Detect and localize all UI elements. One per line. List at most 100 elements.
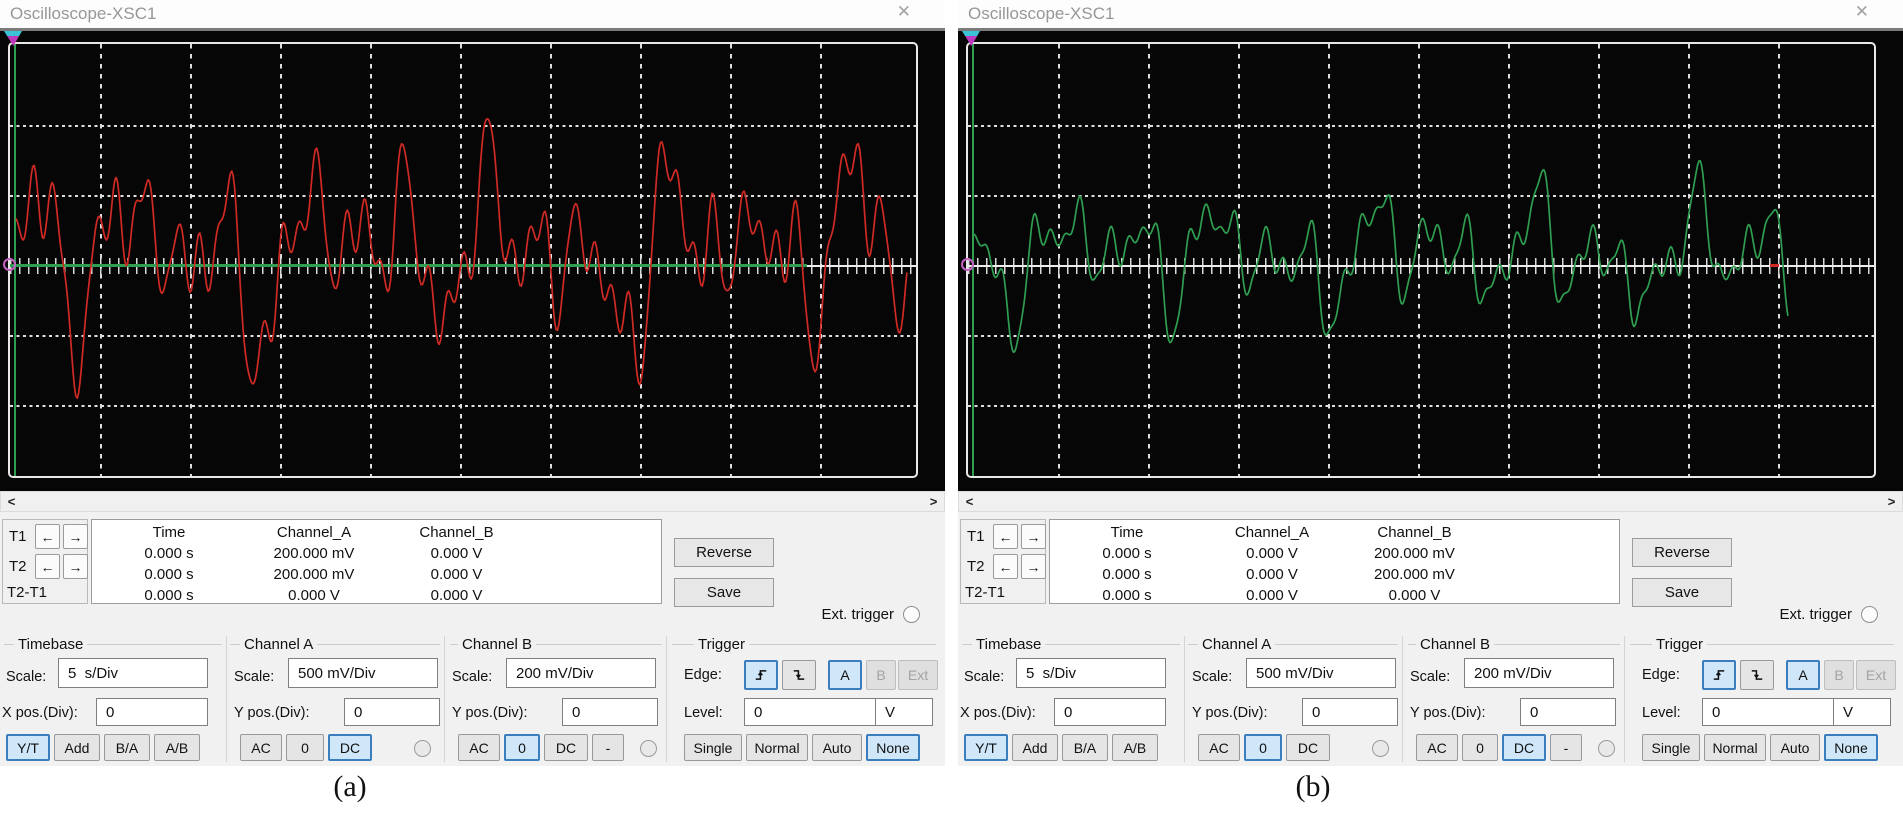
ba-mode-button[interactable]: B/A <box>1062 734 1108 761</box>
channel-position-marker-icon[interactable] <box>3 258 16 271</box>
channel-position-marker-icon[interactable] <box>961 258 974 271</box>
trigger-none-button[interactable]: None <box>866 734 920 761</box>
scroll-right-icon[interactable]: > <box>1883 492 1900 511</box>
timebase-group-label: Timebase <box>972 636 1045 653</box>
rising-edge-button[interactable] <box>744 660 778 690</box>
scroll-left-icon[interactable]: < <box>961 492 978 511</box>
t2-time: 0.000 s <box>94 566 244 583</box>
trigger-edge-label: Edge: <box>684 667 722 683</box>
close-icon[interactable]: ✕ <box>897 2 911 22</box>
t2-right-button[interactable]: → <box>63 554 88 579</box>
group-separator <box>444 636 445 762</box>
trigger-source-b-button[interactable]: B <box>866 660 896 690</box>
ab-mode-button[interactable]: A/B <box>154 734 200 761</box>
timebase-xpos-field[interactable]: 0 <box>96 698 208 726</box>
t2-chb: 0.000 V <box>384 566 529 583</box>
t1-left-button[interactable]: ← <box>35 524 60 549</box>
channel-b-scale-field[interactable]: 200 mV/Div <box>506 658 656 688</box>
channel-b-dc-button[interactable]: DC <box>544 734 588 761</box>
readout-header-time: Time <box>94 524 244 541</box>
t1-left-button[interactable]: ← <box>993 524 1018 549</box>
channel-a-scale-field[interactable]: 500 mV/Div <box>288 658 438 688</box>
yt-mode-button[interactable]: Y/T <box>964 734 1008 761</box>
trigger-none-button[interactable]: None <box>1824 734 1878 761</box>
channel-b-dc-button[interactable]: DC <box>1502 734 1546 761</box>
ext-trigger-label: Ext. trigger <box>1779 606 1852 623</box>
ext-trigger-connector[interactable] <box>903 606 920 623</box>
t1-chb: 0.000 V <box>384 545 529 562</box>
ext-trigger-connector[interactable] <box>1861 606 1878 623</box>
add-mode-button[interactable]: Add <box>1012 734 1058 761</box>
trigger-source-ext-button[interactable]: Ext <box>1856 660 1896 690</box>
trigger-normal-button[interactable]: Normal <box>1704 734 1766 761</box>
t2-chb: 200.000 mV <box>1342 566 1487 583</box>
channel-b-ypos-field[interactable]: 0 <box>562 698 658 726</box>
channel-b-scale-field[interactable]: 200 mV/Div <box>1464 658 1614 688</box>
channel-b-minus-button[interactable]: - <box>1550 734 1582 761</box>
reverse-button[interactable]: Reverse <box>674 538 774 567</box>
channel-b-zero-button[interactable]: 0 <box>1462 734 1498 761</box>
falling-edge-button[interactable] <box>782 660 816 690</box>
channel-b-zero-button[interactable]: 0 <box>504 734 540 761</box>
timebase-scale-field[interactable]: 5 s/Div <box>58 658 208 688</box>
reverse-button[interactable]: Reverse <box>1632 538 1732 567</box>
trigger-level-field[interactable]: 0 <box>1702 698 1834 726</box>
channel-a-ypos-field[interactable]: 0 <box>1302 698 1398 726</box>
channel-a-zero-button[interactable]: 0 <box>286 734 324 761</box>
t2-left-button[interactable]: ← <box>993 554 1018 579</box>
trigger-single-button[interactable]: Single <box>1642 734 1700 761</box>
channel-b-ac-button[interactable]: AC <box>1416 734 1458 761</box>
timebase-scale-field[interactable]: 5 s/Div <box>1016 658 1166 688</box>
timebase-xpos-label: X pos.(Div): <box>960 705 1036 721</box>
ab-mode-button[interactable]: A/B <box>1112 734 1158 761</box>
channel-b-ypos-field[interactable]: 0 <box>1520 698 1616 726</box>
display-scrollbar[interactable]: < > <box>958 491 1903 512</box>
channel-a-ac-button[interactable]: AC <box>1198 734 1240 761</box>
rising-edge-button[interactable] <box>1702 660 1736 690</box>
trigger-source-a-button[interactable]: A <box>1786 660 1820 690</box>
readout-panel: Time Channel_A Channel_B 0.000 s 200.000… <box>91 519 662 604</box>
close-icon[interactable]: ✕ <box>1855 2 1869 22</box>
trigger-source-b-button[interactable]: B <box>1824 660 1854 690</box>
display-scrollbar[interactable]: < > <box>0 491 945 512</box>
window-title: Oscilloscope-XSC1 <box>10 4 156 24</box>
channel-a-dc-button[interactable]: DC <box>1286 734 1330 761</box>
ba-mode-button[interactable]: B/A <box>104 734 150 761</box>
falling-edge-button[interactable] <box>1740 660 1774 690</box>
trigger-auto-button[interactable]: Auto <box>812 734 862 761</box>
t2-right-button[interactable]: → <box>1021 554 1046 579</box>
scope-display <box>0 28 945 491</box>
channel-b-ac-button[interactable]: AC <box>458 734 500 761</box>
add-mode-button[interactable]: Add <box>54 734 100 761</box>
channel-b-minus-button[interactable]: - <box>592 734 624 761</box>
group-separator <box>666 636 667 762</box>
timebase-xpos-field[interactable]: 0 <box>1054 698 1166 726</box>
yt-mode-button[interactable]: Y/T <box>6 734 50 761</box>
t1-right-button[interactable]: → <box>1021 524 1046 549</box>
channel-a-scale-field[interactable]: 500 mV/Div <box>1246 658 1396 688</box>
cursor-panel: T1 ← → T2 ← → T2-T1 <box>960 519 1046 604</box>
trigger-source-a-button[interactable]: A <box>828 660 862 690</box>
trigger-auto-button[interactable]: Auto <box>1770 734 1820 761</box>
dt-chb: 0.000 V <box>384 587 529 604</box>
figure-caption-a: (a) <box>285 770 415 804</box>
trigger-single-button[interactable]: Single <box>684 734 742 761</box>
dt-time: 0.000 s <box>1052 587 1202 604</box>
channel-a-zero-button[interactable]: 0 <box>1244 734 1282 761</box>
trigger-source-ext-button[interactable]: Ext <box>898 660 938 690</box>
t2-left-button[interactable]: ← <box>35 554 60 579</box>
save-button[interactable]: Save <box>1632 578 1732 607</box>
t1-time: 0.000 s <box>1052 545 1202 562</box>
save-button[interactable]: Save <box>674 578 774 607</box>
readout-panel: Time Channel_A Channel_B 0.000 s 0.000 V… <box>1049 519 1620 604</box>
scroll-left-icon[interactable]: < <box>3 492 20 511</box>
readout-header-chb: Channel_B <box>384 524 529 541</box>
scroll-right-icon[interactable]: > <box>925 492 942 511</box>
channel-a-dc-button[interactable]: DC <box>328 734 372 761</box>
channel-a-ac-button[interactable]: AC <box>240 734 282 761</box>
ext-trigger: Ext. trigger <box>1720 603 1878 625</box>
t1-right-button[interactable]: → <box>63 524 88 549</box>
trigger-normal-button[interactable]: Normal <box>746 734 808 761</box>
trigger-level-field[interactable]: 0 <box>744 698 876 726</box>
channel-a-ypos-field[interactable]: 0 <box>344 698 440 726</box>
